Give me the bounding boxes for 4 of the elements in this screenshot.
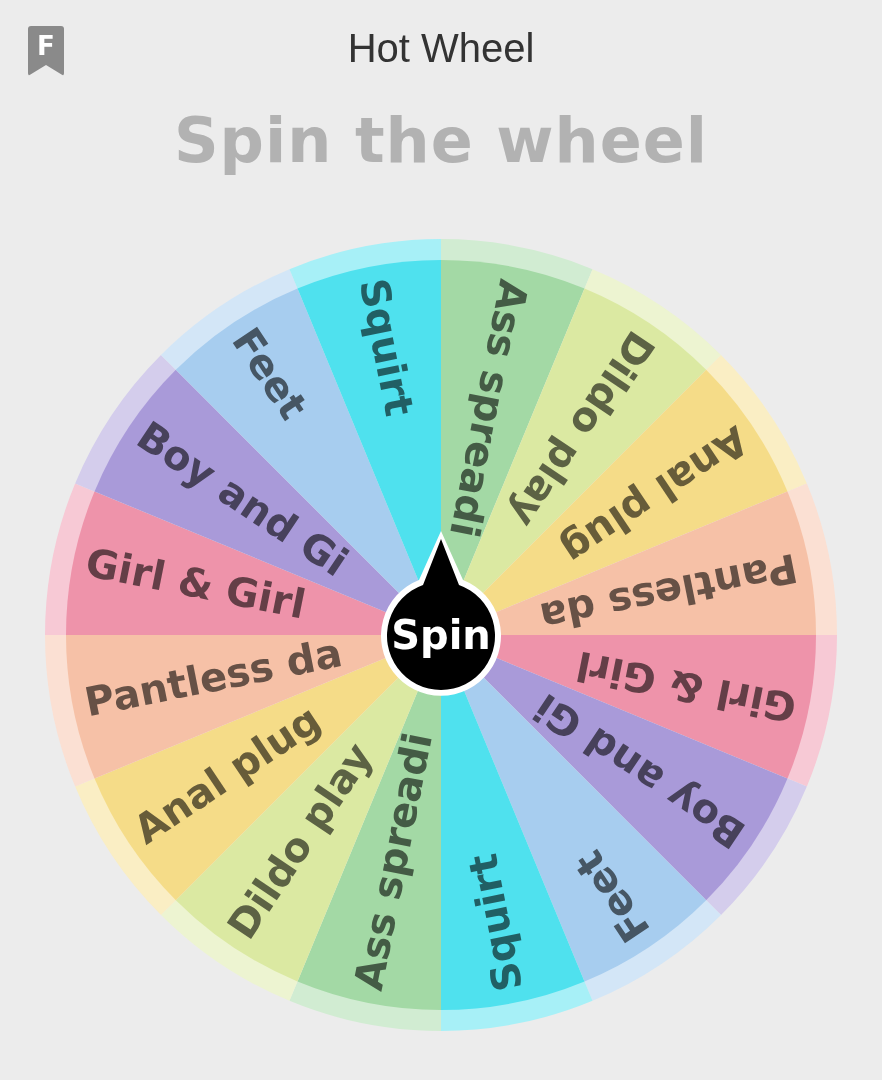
segment-label: Squirt (459, 850, 532, 996)
heading: Spin the wheel (173, 104, 709, 177)
app-title: Hot Wheel (347, 25, 535, 71)
segment-label: Squirt (350, 274, 423, 420)
